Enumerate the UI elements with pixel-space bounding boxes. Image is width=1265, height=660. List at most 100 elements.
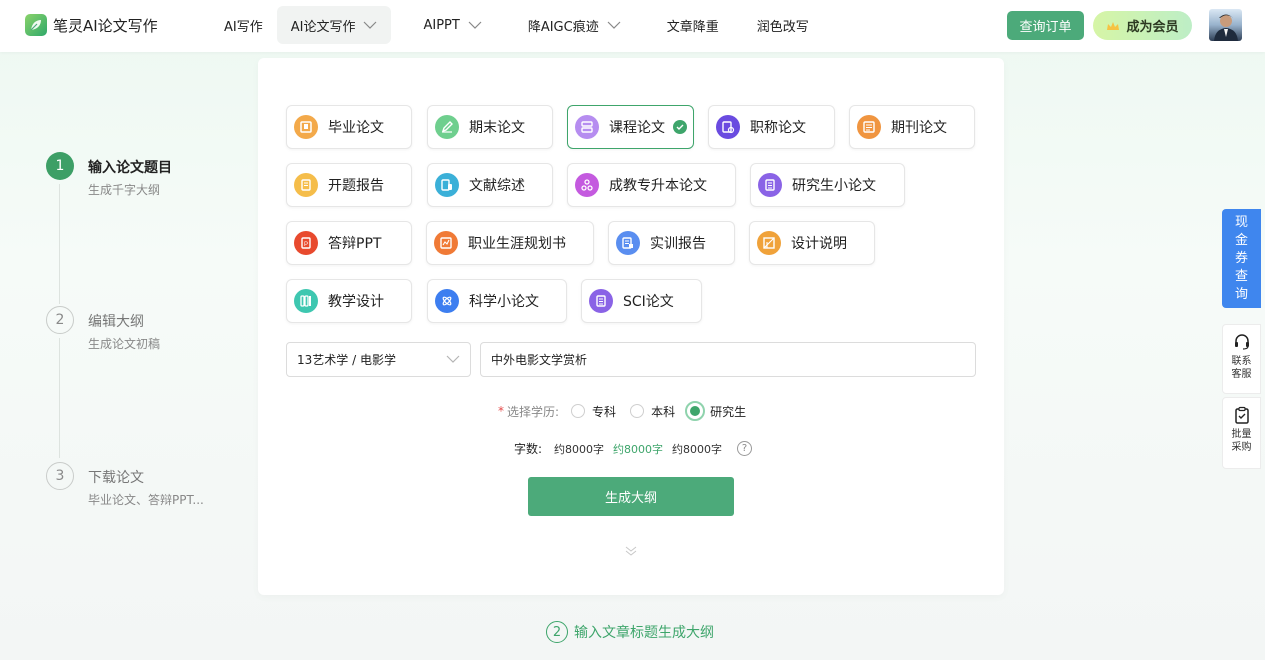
svg-text:P: P: [304, 242, 308, 248]
graduate-icon: [758, 173, 782, 197]
query-order-button[interactable]: 查询订单: [1007, 11, 1084, 40]
check-icon: [673, 120, 687, 134]
paper-type-label: 教学设计: [328, 294, 384, 310]
science-icon: [435, 289, 459, 313]
thesis-icon: [294, 115, 318, 139]
adult-edu-icon: [575, 173, 599, 197]
bulk-purchase-widget[interactable]: 批量 采购: [1222, 397, 1261, 469]
top-header: 笔灵AI论文写作 AI写作 AI论文写作 AIPPT 降AIGC痕迹 文章降重 润色改写 …: [0, 0, 1265, 52]
paper-type-option[interactable]: 教学设计: [286, 279, 412, 323]
paper-type-option[interactable]: 期刊论文: [849, 105, 975, 149]
paper-type-label: 科学小论文: [469, 294, 539, 310]
step-title: 编辑大纲: [88, 314, 144, 330]
radio-circle: [630, 404, 645, 418]
nav-item-label: 文章降重: [666, 19, 719, 35]
paper-type-option[interactable]: 期末论文: [427, 105, 553, 149]
paper-type-option[interactable]: 成教专升本论文: [567, 163, 736, 207]
contact-service-widget[interactable]: 联系 客服: [1222, 324, 1261, 394]
next-step-hint: 2 输入文章标题生成大纲: [546, 621, 714, 643]
word-count-selector: 字数: 约8000字 约8000字 约8000字 ?: [514, 440, 753, 457]
paper-type-option[interactable]: 开题报告: [286, 163, 412, 207]
step-connector: [59, 338, 60, 458]
paper-type-option[interactable]: 研究生小论文: [750, 163, 905, 207]
bulk-purchase-label: 批量 采购: [1231, 429, 1252, 453]
coupon-query-tab[interactable]: 现金券查询: [1222, 209, 1261, 308]
coupon-char: 现: [1234, 214, 1248, 230]
generate-outline-button[interactable]: 生成大纲: [528, 477, 734, 516]
help-icon[interactable]: ?: [737, 441, 753, 456]
paper-type-option[interactable]: 职业生涯规划书: [426, 221, 594, 265]
required-mark: *: [498, 404, 504, 418]
step-subtitle: 生成千字大纲: [88, 183, 161, 197]
proposal-icon: [294, 173, 318, 197]
radio-zhuanke[interactable]: 专科: [571, 403, 616, 420]
nav-item[interactable]: AIPPT: [409, 6, 495, 44]
paper-type-option[interactable]: P 答辩PPT: [286, 221, 412, 265]
contact-service-label: 联系 客服: [1231, 356, 1252, 380]
paper-type-label: 开题报告: [328, 178, 384, 194]
avatar[interactable]: [1209, 9, 1242, 41]
nav-item-label: AI写作: [224, 19, 263, 35]
nav-item[interactable]: AI写作: [210, 6, 277, 44]
paper-type-option[interactable]: 毕业论文: [286, 105, 412, 149]
radio-label: 本科: [651, 404, 676, 419]
journal-icon: [857, 115, 881, 139]
literature-icon: [435, 173, 459, 197]
paper-type-option[interactable]: 课程论文: [567, 105, 694, 149]
logo[interactable]: 笔灵AI论文写作: [25, 14, 158, 36]
word-option-selected[interactable]: 约8000字: [613, 441, 663, 457]
radio-graduate[interactable]: 研究生: [685, 401, 746, 421]
paper-type-option[interactable]: 设计说明: [749, 221, 875, 265]
paper-type-option[interactable]: 实训报告: [608, 221, 735, 265]
step-number: 3: [46, 462, 74, 490]
headset-icon: [1234, 334, 1249, 350]
paper-type-option[interactable]: 文献综述: [427, 163, 553, 207]
radio-benke[interactable]: 本科: [630, 403, 675, 420]
become-member-button[interactable]: 成为会员: [1093, 11, 1192, 40]
double-chevron-down-icon[interactable]: [624, 545, 638, 557]
crown-icon: [1107, 21, 1120, 30]
step-title: 输入论文题目: [88, 160, 172, 176]
paper-type-label: 实训报告: [650, 236, 706, 252]
logo-leaf-icon: [25, 14, 47, 36]
main-card: 毕业论文 期末论文 课程论文 职称论文 期刊论文开题报告 文献综述 成教专升本论文 研究生小论…: [258, 58, 1004, 595]
pen-icon: [435, 115, 459, 139]
paper-type-label: 期末论文: [469, 120, 525, 136]
radio-circle: [571, 404, 586, 418]
paper-type-option[interactable]: 职称论文: [708, 105, 835, 149]
chevron-down-icon: [364, 21, 377, 29]
paper-type-label: 文献综述: [469, 178, 525, 194]
subject-select-value: 13艺术学 / 电影学: [297, 353, 396, 367]
design-icon: [757, 231, 781, 255]
step-title: 下载论文: [88, 470, 144, 486]
subject-select[interactable]: 13艺术学 / 电影学: [286, 342, 471, 377]
hint-step-number: 2: [546, 621, 568, 643]
word-option[interactable]: 约8000字: [672, 441, 722, 457]
paper-type-option[interactable]: SCI论文: [581, 279, 702, 323]
nav-item-label: AI论文写作: [290, 19, 356, 35]
nav-item[interactable]: AI论文写作: [276, 6, 392, 44]
clipboard-check-icon: [1234, 406, 1249, 424]
chevron-down-icon: [607, 21, 621, 29]
step-connector: [59, 184, 60, 304]
paper-type-label: 毕业论文: [328, 120, 384, 136]
step-number: 1: [46, 152, 74, 180]
career-icon: [434, 231, 458, 255]
nav-item-label: 润色改写: [756, 19, 809, 35]
become-member-label: 成为会员: [1126, 20, 1179, 35]
sci-icon: [589, 289, 613, 313]
paper-type-option[interactable]: 科学小论文: [427, 279, 567, 323]
nav-item[interactable]: 降AIGC痕迹: [514, 6, 635, 44]
word-option[interactable]: 约8000字: [554, 441, 604, 457]
paper-type-label: 研究生小论文: [792, 178, 876, 194]
nav-item[interactable]: 文章降重: [653, 6, 733, 44]
chevron-down-icon: [468, 21, 482, 29]
nav-item[interactable]: 润色改写: [743, 6, 823, 44]
word-count-label: 字数:: [514, 442, 543, 456]
paper-title-input[interactable]: [480, 342, 976, 377]
nav-item-label: AIPPT: [423, 17, 460, 33]
radio-label: 研究生: [710, 404, 747, 419]
teaching-icon: [294, 289, 318, 313]
hint-text: 输入文章标题生成大纲: [574, 625, 714, 641]
ppt-icon: P: [294, 231, 318, 255]
